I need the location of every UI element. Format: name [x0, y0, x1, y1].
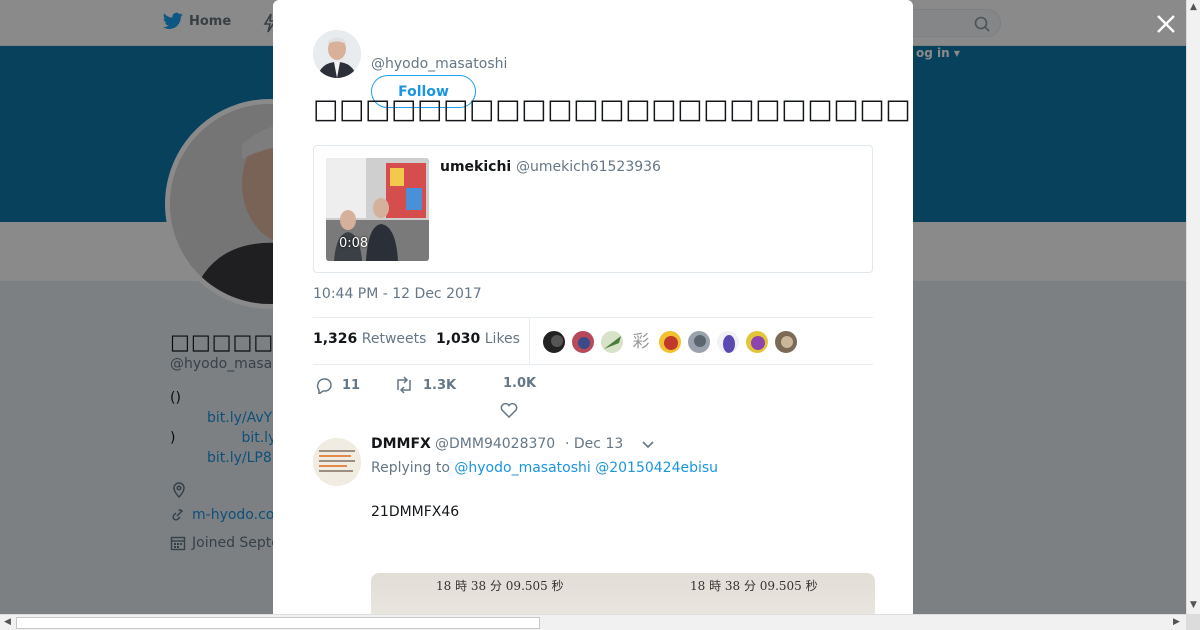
replying-prefix: Replying to [371, 460, 450, 476]
scroll-down-icon[interactable]: ▼ [1190, 600, 1197, 610]
author-photo [313, 30, 361, 78]
reply-button[interactable]: 11 [315, 376, 360, 394]
tweet-modal: @hyodo_masatoshi Follow □□□□□□□□□□□□□□□□… [273, 0, 913, 614]
quoted-author-handle: @umekich61523936 [516, 159, 661, 175]
reply-author-avatar[interactable] [313, 438, 361, 486]
reply-tweet[interactable]: DMMFX @DMM94028370 · Dec 13 Replying to … [313, 436, 875, 614]
reply-count: 11 [342, 377, 361, 393]
scroll-right-icon[interactable]: ▶ [1173, 617, 1180, 627]
replying-to-user-2[interactable]: @20150424ebisu [595, 460, 718, 476]
scroll-up-icon[interactable]: ▲ [1190, 2, 1197, 12]
liker-avatar[interactable] [542, 330, 566, 354]
like-count: 1,030 [436, 331, 481, 347]
liker-avatar[interactable] [687, 330, 711, 354]
liker-avatar[interactable]: 彩 [629, 330, 653, 354]
replying-to: Replying to @hyodo_masatoshi @20150424eb… [371, 460, 718, 476]
scroll-left-icon[interactable]: ◀ [4, 617, 11, 627]
tweet-actions: 11 1.3K 1.0K [313, 376, 873, 418]
reply-icon [316, 378, 332, 394]
close-icon[interactable] [1154, 12, 1178, 36]
quoted-tweet-card[interactable]: 0:08 umekichi @umekich61523936 [313, 145, 873, 273]
quoted-author-name: umekichi [440, 159, 512, 175]
reply-date[interactable]: · Dec 13 [565, 436, 623, 452]
retweet-stat[interactable]: 1,326 Retweets [313, 331, 426, 347]
tweet-stats: 1,326 Retweets 1,030 Likes 彩 [313, 317, 873, 365]
scrollbar-corner [1186, 614, 1200, 630]
liker-avatar[interactable] [774, 330, 798, 354]
author-handle[interactable]: @hyodo_masatoshi [371, 56, 507, 72]
liker-avatar[interactable] [745, 330, 769, 354]
video-thumbnail[interactable]: 0:08 [326, 158, 429, 261]
tweet-timestamp[interactable]: 10:44 PM - 12 Dec 2017 [313, 286, 482, 302]
liker-avatar[interactable] [571, 330, 595, 354]
heart-icon[interactable] [500, 402, 518, 418]
reply-author-name[interactable]: DMMFX [371, 436, 431, 452]
reply-avatar-image [313, 438, 361, 486]
stats-divider [529, 318, 530, 364]
retweet-icon [397, 376, 411, 394]
reply-author-handle[interactable]: @DMM94028370 [435, 436, 555, 452]
like-label: Likes [484, 331, 520, 347]
retweet-count: 1,326 [313, 331, 358, 347]
like-count-action[interactable]: 1.0K [503, 376, 536, 391]
liker-avatar[interactable] [600, 330, 624, 354]
reply-image[interactable]: 18 時 38 分 09.505 秒 18 時 38 分 09.505 秒 [371, 573, 875, 614]
retweet-action-count: 1.3K [423, 377, 457, 393]
like-stat[interactable]: 1,030 Likes [436, 331, 520, 347]
liker-avatar[interactable] [658, 330, 682, 354]
tweet-text: □□□□□□□□□□□□□□□□□□□□□□□□□□□□□□□□□□□□□□□□… [313, 94, 913, 125]
image-caption-right: 18 時 38 分 09.505 秒 [690, 579, 818, 593]
horizontal-scroll-thumb[interactable] [16, 617, 540, 629]
retweet-label: Retweets [361, 331, 427, 347]
liker-avatar[interactable] [716, 330, 740, 354]
image-caption-left: 18 時 38 分 09.505 秒 [436, 579, 564, 593]
reply-text: 21DMMFX46 [371, 504, 460, 520]
horizontal-scrollbar[interactable]: ◀ ▶ [0, 614, 1186, 630]
replying-to-user-1[interactable]: @hyodo_masatoshi [454, 460, 590, 476]
retweet-button[interactable]: 1.3K [394, 376, 456, 394]
author-avatar[interactable] [313, 30, 361, 78]
like-action-count: 1.0K [503, 376, 537, 391]
vertical-scrollbar[interactable]: ▲ ▼ [1186, 0, 1200, 614]
video-duration: 0:08 [339, 236, 369, 251]
chevron-down-icon[interactable] [641, 440, 655, 450]
